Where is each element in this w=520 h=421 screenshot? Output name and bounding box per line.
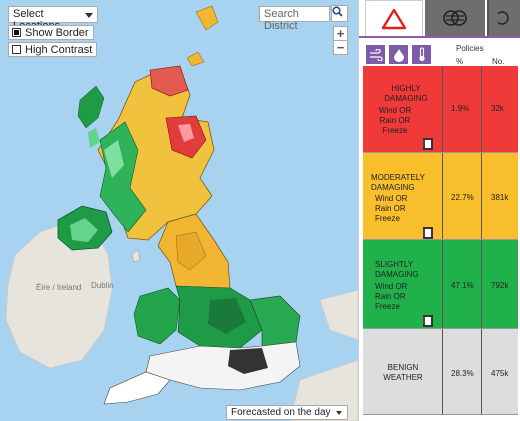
forecast-select[interactable]: Forecasted on the day [226, 405, 348, 420]
rain-drop-icon [393, 48, 404, 62]
wind-filter-button[interactable] [366, 45, 385, 64]
count-column-header: No. [492, 57, 505, 66]
hebrides-region [77, 85, 105, 129]
impact-detail-line: Rain OR [375, 204, 406, 213]
document-icon[interactable] [423, 315, 433, 327]
map-canvas[interactable] [0, 0, 358, 421]
impact-detail-line: Freeze [375, 302, 400, 311]
impact-policy-count: 792k [491, 281, 509, 290]
isle-of-man [131, 249, 141, 263]
wind-icon [369, 48, 383, 61]
zoom-out-button[interactable]: − [333, 40, 348, 55]
south-west-region [103, 371, 171, 405]
column-divider [481, 153, 482, 239]
shetland-region [195, 5, 219, 31]
impact-panel: Policies % No. HIGHLY DAMAGING Wind OR R… [358, 0, 520, 421]
impact-percent: 28.3% [451, 369, 474, 378]
freeze-filter-button[interactable] [412, 45, 431, 64]
wales-region[interactable] [133, 287, 181, 345]
impact-detail-line: Freeze [375, 214, 400, 223]
column-divider [442, 240, 443, 328]
show-border-checkbox[interactable] [12, 28, 21, 37]
impact-detail-line: Wind OR [378, 106, 412, 115]
search-icon [332, 6, 343, 17]
tab-more[interactable] [487, 0, 520, 36]
impact-policy-count: 475k [491, 369, 509, 378]
panel-tabs [359, 0, 520, 36]
orkney-region [186, 51, 205, 67]
south-england-region[interactable] [145, 341, 301, 391]
wind-icon [443, 10, 467, 26]
rain-filter-button[interactable] [389, 45, 408, 64]
impact-percent: 22.7% [451, 193, 474, 202]
more-icon [498, 11, 509, 25]
impact-row-moderate[interactable]: MODERATELY DAMAGING Wind OR Rain OR Free… [363, 153, 518, 240]
impact-policy-count: 32k [491, 104, 504, 113]
map-place-label: Éire / Ireland [36, 283, 82, 292]
impact-level-label: BENIGN WEATHER [383, 363, 423, 382]
high-contrast-checkbox[interactable] [12, 45, 21, 54]
document-icon[interactable] [423, 227, 433, 239]
document-icon[interactable] [423, 138, 433, 150]
column-divider [442, 153, 443, 239]
impact-policy-count: 381k [491, 193, 509, 202]
chevron-down-icon [85, 13, 93, 18]
policies-header: Policies [456, 44, 484, 53]
high-contrast-label: High Contrast [25, 43, 93, 56]
impact-level-label: SLIGHTLY DAMAGING [375, 260, 419, 279]
warning-triangle-icon [381, 8, 407, 29]
impact-detail-line: Freeze [382, 126, 408, 135]
column-divider [442, 329, 443, 414]
hebrides-south [88, 128, 100, 148]
column-divider [481, 66, 482, 152]
hazard-toolbar: Policies % No. [359, 36, 520, 66]
impact-detail-line: Wind OR [375, 194, 408, 203]
impact-detail-line: Rain OR [375, 292, 406, 301]
column-divider [481, 329, 482, 414]
netherlands-land [319, 289, 358, 341]
impact-detail-line: Rain OR [379, 116, 411, 125]
impact-row-benign[interactable]: BENIGN WEATHER 28.3% 475k [363, 329, 518, 415]
search-button[interactable] [331, 5, 348, 22]
show-border-toggle[interactable]: Show Border [8, 25, 94, 40]
zoom-in-button[interactable]: + [333, 26, 348, 41]
map-place-label: Dublin [91, 281, 114, 290]
show-border-label: Show Border [25, 26, 89, 39]
thermometer-icon [418, 47, 425, 62]
column-divider [442, 66, 443, 152]
impact-percent: 1.9% [451, 104, 470, 113]
impact-detail-line: Wind OR [375, 282, 408, 291]
forecast-select-value: Forecasted on the day [231, 407, 331, 418]
select-locations-dropdown[interactable]: Select Locations [8, 6, 98, 32]
impact-row-slight[interactable]: SLIGHTLY DAMAGING Wind OR Rain OR Freeze… [363, 240, 518, 329]
pct-column-header: % [456, 57, 464, 66]
impact-row-high[interactable]: HIGHLY DAMAGING Wind OR Rain OR Freeze 1… [363, 66, 518, 153]
tab-wind[interactable] [425, 0, 485, 36]
column-divider [481, 240, 482, 328]
high-contrast-toggle[interactable]: High Contrast [8, 42, 98, 57]
chevron-down-icon [336, 411, 342, 415]
impact-level-label: MODERATELY DAMAGING [371, 173, 425, 192]
impact-percent: 47.1% [451, 281, 474, 290]
tab-warnings[interactable] [365, 0, 423, 36]
impact-level-label: HIGHLY DAMAGING [384, 84, 428, 103]
weather-impact-map[interactable]: Éire / Ireland Dublin Select Locations S… [0, 0, 358, 421]
search-district-input[interactable]: Search District [259, 6, 330, 32]
